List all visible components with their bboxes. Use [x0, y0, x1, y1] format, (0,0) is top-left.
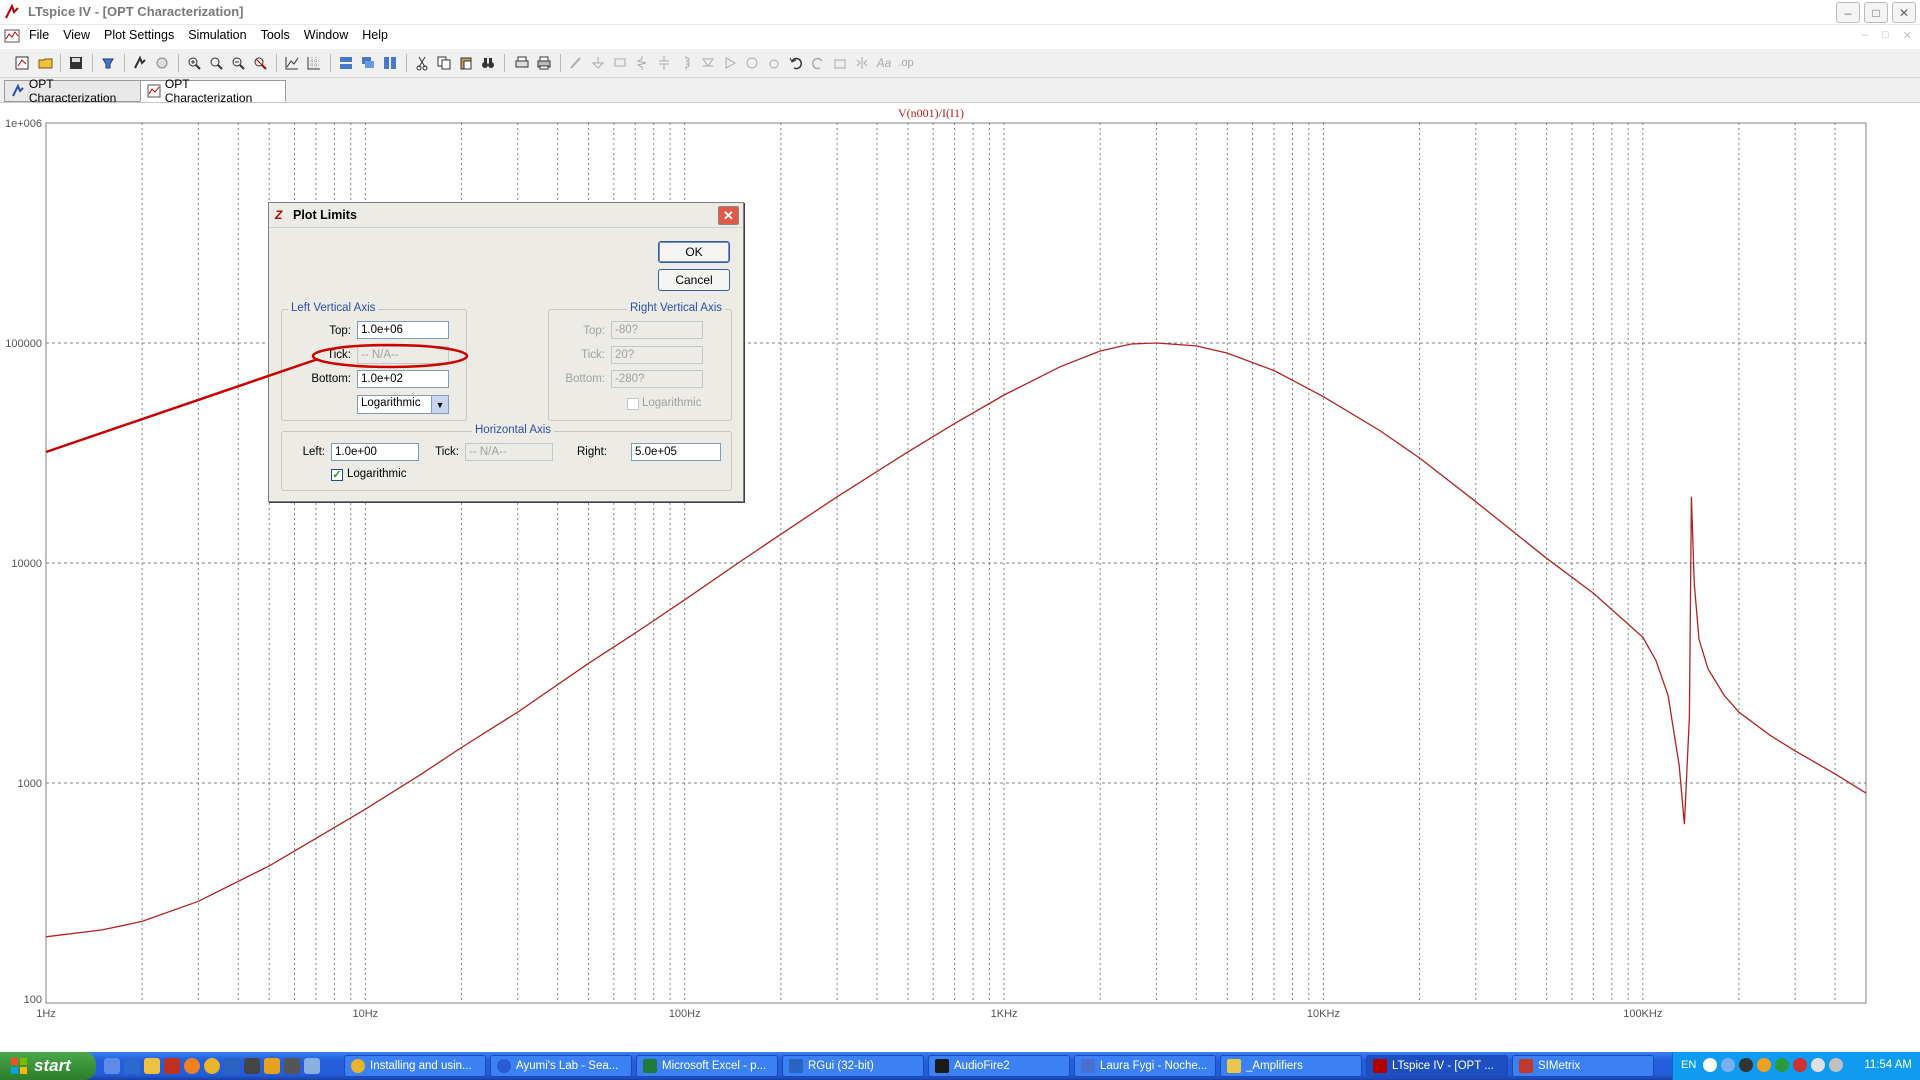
start-label: start: [34, 1056, 71, 1075]
firefox-quicklaunch-icon[interactable]: [184, 1058, 200, 1074]
taskbar-item[interactable]: Microsoft Excel - p...: [636, 1055, 778, 1077]
taskbar-item-label: Microsoft Excel - p...: [662, 1060, 767, 1072]
norton-tray-icon[interactable]: [1757, 1058, 1771, 1072]
folder-icon: [1227, 1059, 1241, 1073]
volume-tray-icon[interactable]: [1829, 1058, 1843, 1072]
annotation-arrow: [45, 357, 319, 454]
chrome-quicklaunch-icon[interactable]: [204, 1058, 220, 1074]
explorer-icon[interactable]: [144, 1058, 160, 1074]
audiofire-icon: [935, 1059, 949, 1073]
annotation-ellipse: [311, 343, 469, 369]
expand-quicklaunch-icon[interactable]: [304, 1058, 320, 1074]
taskbar-item-label: AudioFire2: [954, 1060, 1010, 1072]
antivirus-tray-icon[interactable]: [1793, 1058, 1807, 1072]
rn-icon[interactable]: [164, 1058, 180, 1074]
taskbar: start Installing and usin... Ayumi's Lab…: [0, 1052, 1920, 1080]
taskbar-item[interactable]: RGui (32-bit): [782, 1055, 924, 1077]
play-tray-icon[interactable]: [1775, 1058, 1789, 1072]
taskbar-item-label: Ayumi's Lab - Sea...: [516, 1060, 619, 1072]
vlc-icon[interactable]: [264, 1058, 280, 1074]
language-indicator[interactable]: EN: [1681, 1059, 1696, 1071]
annotation-overlay: [45, 343, 469, 454]
network-tray-icon[interactable]: [1811, 1058, 1825, 1072]
taskbar-item-label: Laura Fygi - Noche...: [1100, 1060, 1208, 1072]
chrome-icon: [351, 1059, 365, 1073]
taskbar-item-label: Installing and usin...: [370, 1060, 472, 1072]
taskbar-item-label: RGui (32-bit): [808, 1060, 874, 1072]
clock: 11:54 AM: [1864, 1059, 1912, 1071]
taskbar-item-label: SIMetrix: [1538, 1060, 1581, 1072]
taskbar-item-active[interactable]: LTspice IV - [OPT ...: [1366, 1055, 1508, 1077]
taskbar-item[interactable]: AudioFire2: [928, 1055, 1070, 1077]
app-quicklaunch-icon[interactable]: [244, 1058, 260, 1074]
firefox-icon: [497, 1059, 511, 1073]
start-button[interactable]: start: [0, 1052, 96, 1080]
tray-arrow-icon[interactable]: [1721, 1058, 1735, 1072]
audio-tray-icon[interactable]: [1739, 1058, 1753, 1072]
ie-icon[interactable]: [124, 1058, 140, 1074]
windows-logo-icon: [11, 1058, 27, 1074]
r-icon: [789, 1059, 803, 1073]
taskbar-item[interactable]: Ayumi's Lab - Sea...: [490, 1055, 632, 1077]
taskbar-item[interactable]: _Amplifiers: [1220, 1055, 1362, 1077]
show-desktop-icon[interactable]: [104, 1058, 120, 1074]
taskbar-item-label: LTspice IV - [OPT ...: [1392, 1060, 1494, 1072]
taskbar-item[interactable]: Laura Fygi - Noche...: [1074, 1055, 1216, 1077]
taskbar-item-label: _Amplifiers: [1246, 1060, 1303, 1072]
taskbar-item[interactable]: Installing and usin...: [344, 1055, 486, 1077]
help-tray-icon[interactable]: [1703, 1058, 1717, 1072]
taskbar-item[interactable]: SIMetrix: [1512, 1055, 1654, 1077]
excel-icon: [643, 1059, 657, 1073]
music-icon: [1081, 1059, 1095, 1073]
simetrix-icon: [1519, 1059, 1533, 1073]
audio-app-icon[interactable]: [284, 1058, 300, 1074]
r-quicklaunch-icon[interactable]: [224, 1058, 240, 1074]
system-tray: EN 11:54 AM: [1672, 1052, 1920, 1080]
ltspice-icon: [1373, 1059, 1387, 1073]
